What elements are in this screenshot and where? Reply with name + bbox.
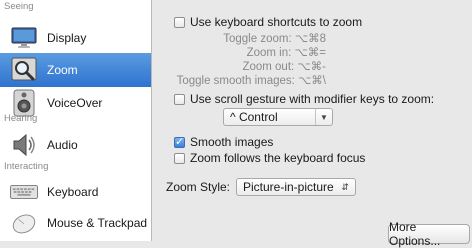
sidebar-item-zoom[interactable]: Zoom (0, 53, 151, 87)
sidebar: Seeing Display Zoom VoiceOver Hearing Au… (0, 0, 152, 241)
scroll-gesture-checkbox-row[interactable]: Use scroll gesture with modifier keys to… (174, 91, 434, 107)
sidebar-item-label: Zoom (47, 63, 78, 77)
shortcut-zoom-out: Zoom out: ⌥⌘- (242, 61, 326, 73)
modifier-key-value: ^ Control (230, 110, 278, 124)
sidebar-item-label: Mouse & Trackpad (47, 216, 148, 230)
scroll-gesture-checkbox[interactable] (174, 93, 185, 105)
zoom-style-value: Picture-in-picture (243, 180, 334, 194)
shortcut-toggle-zoom: Toggle zoom: ⌥⌘8 (223, 33, 326, 45)
smooth-images-label: Smooth images (190, 135, 274, 149)
sidebar-item-label: Keyboard (47, 185, 99, 199)
section-label-interacting: Interacting (4, 161, 49, 172)
zoom-style-label: Zoom Style: (166, 180, 231, 194)
keyboard-shortcuts-checkbox-row[interactable]: Use keyboard shortcuts to zoom (174, 14, 362, 30)
modifier-key-select[interactable]: ^ Control ▼ (223, 108, 333, 126)
more-options-button[interactable]: More Options... (388, 220, 470, 248)
chevron-down-icon: ▼ (315, 109, 332, 125)
sidebar-item-keyboard[interactable]: Keyboard (0, 175, 151, 209)
sidebar-item-mouse-trackpad[interactable]: Mouse & Trackpad (0, 206, 151, 240)
sidebar-item-label: Audio (47, 138, 78, 152)
keyboard-shortcuts-checkbox[interactable] (174, 16, 185, 28)
sidebar-item-audio[interactable]: Audio (0, 128, 151, 162)
follow-focus-label: Zoom follows the keyboard focus (190, 151, 366, 165)
shortcut-toggle-smooth: Toggle smooth images: ⌥⌘\ (176, 75, 326, 87)
zoom-style-select[interactable]: Picture-in-picture ⇵ (236, 178, 356, 196)
mouse-icon (10, 209, 38, 237)
sidebar-item-display[interactable]: Display (0, 21, 151, 55)
sidebar-item-label: VoiceOver (47, 96, 103, 110)
scroll-gesture-label: Use scroll gesture with modifier keys to… (190, 92, 435, 106)
updown-arrows-icon: ⇵ (341, 181, 349, 192)
more-options-label: More Options... (389, 220, 441, 248)
zoom-settings-pane: Use keyboard shortcuts to zoom Toggle zo… (152, 0, 472, 248)
smooth-images-checkbox-row[interactable]: Smooth images (174, 134, 273, 150)
follow-focus-checkbox-row[interactable]: Zoom follows the keyboard focus (174, 150, 365, 166)
shortcut-zoom-in: Zoom in: ⌥⌘= (246, 47, 326, 59)
smooth-images-checkbox[interactable] (174, 135, 185, 148)
section-label-hearing: Hearing (4, 113, 38, 124)
display-icon (10, 24, 38, 52)
follow-focus-checkbox[interactable] (174, 152, 185, 164)
section-label-seeing: Seeing (4, 1, 34, 12)
sidebar-item-label: Display (47, 31, 87, 45)
zoom-icon (10, 56, 38, 84)
keyboard-shortcuts-label: Use keyboard shortcuts to zoom (190, 15, 363, 29)
keyboard-icon (10, 178, 38, 206)
speaker-icon (10, 131, 38, 159)
